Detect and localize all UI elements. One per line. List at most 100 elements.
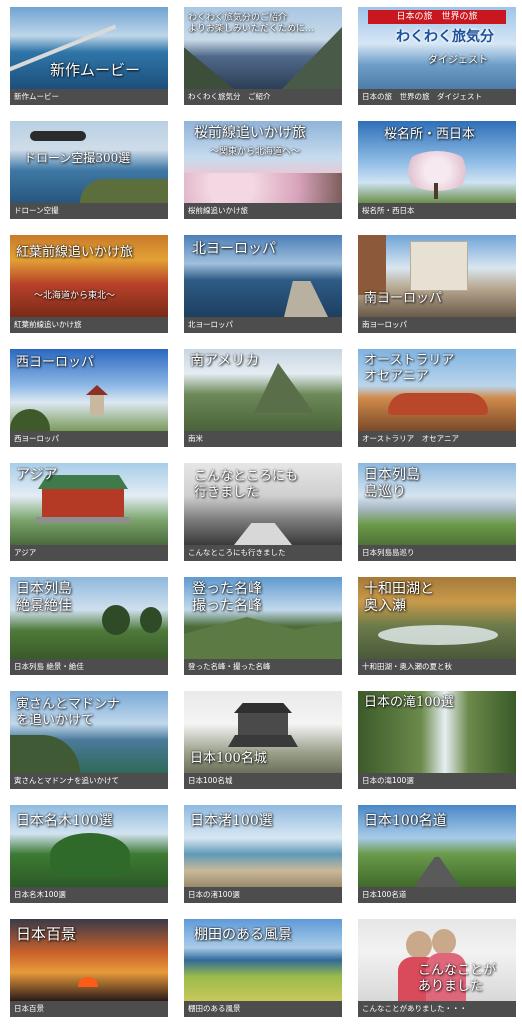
snow-shrine-thumbnail[interactable]: こんなところにも 行きました <box>184 463 342 545</box>
lake-boat-thumbnail[interactable]: 北ヨーロッパ <box>184 235 342 317</box>
tile-caption[interactable]: 日本100名道 <box>358 887 516 903</box>
category-tile[interactable]: 桜前線追いかけ旅 〜関東から北海道へ〜 桜前線追いかけ旅 <box>184 121 342 219</box>
category-tile[interactable]: 北ヨーロッパ 北ヨーロッパ <box>184 235 342 333</box>
uluru-thumbnail[interactable]: オーストラリア オセアニア <box>358 349 516 431</box>
tile-caption[interactable]: 日本百景 <box>10 1001 168 1017</box>
thumbnail-shape <box>254 363 314 413</box>
tile-caption[interactable]: わくわく旅気分 ご紹介 <box>184 89 342 105</box>
tile-caption[interactable]: 日本の滝100選 <box>358 773 516 789</box>
tile-caption[interactable]: 日本の旅 世界の旅 ダイジェスト <box>358 89 516 105</box>
category-tile[interactable]: 日本の旅 世界の旅 わくわく旅気分 ダイジェスト 日本の旅 世界の旅 ダイジェスト <box>358 7 516 105</box>
tile-caption[interactable]: 紅葉前線追いかけ旅 <box>10 317 168 333</box>
tile-caption[interactable]: 西ヨーロッパ <box>10 431 168 447</box>
sunset-thumbnail[interactable]: 日本百景 <box>10 919 168 1001</box>
tile-caption[interactable]: 日本列島島巡り <box>358 545 516 561</box>
rice-terrace-thumbnail[interactable]: 棚田のある風景 <box>184 919 342 1001</box>
thumbnail-shape <box>358 235 386 295</box>
beach-thumbnail[interactable]: 日本渚100選 <box>184 805 342 887</box>
category-tile[interactable]: こんなところにも 行きました こんなところにも行きました <box>184 463 342 561</box>
category-tile[interactable]: 日本名木100選 日本名木100選 <box>10 805 168 903</box>
windmill-thumbnail[interactable]: 西ヨーロッパ <box>10 349 168 431</box>
thumbnail-shape <box>234 703 292 713</box>
digest-logo-thumbnail[interactable]: 日本の旅 世界の旅 わくわく旅気分 ダイジェスト <box>358 7 516 89</box>
new-movie-thumbnail[interactable]: 新作ムービー <box>10 7 168 89</box>
sakura-tree-thumbnail[interactable]: 桜名所・西日本 <box>358 121 516 203</box>
category-tile[interactable]: 日本渚100選 日本の渚100選 <box>184 805 342 903</box>
thumbnail-title: オーストラリア オセアニア <box>364 353 455 384</box>
tile-caption[interactable]: こんなことがありました・・・ <box>358 1001 516 1017</box>
island-thumbnail[interactable]: 日本列島 島巡り <box>358 463 516 545</box>
category-tile[interactable]: わくわく旅気分のご紹介 よりお楽しみいただくために… わくわく旅気分 ご紹介 <box>184 7 342 105</box>
category-tile[interactable]: こんなことが ありましたこんなことがありました・・・ <box>358 919 516 1017</box>
category-tile[interactable]: 新作ムービー 新作ムービー <box>10 7 168 105</box>
tile-caption[interactable]: オーストラリア オセアニア <box>358 431 516 447</box>
bay-thumbnail[interactable]: 寅さんとマドンナ を追いかけて <box>10 691 168 773</box>
thumbnail-title: 日本100名城 <box>190 751 267 766</box>
thumbnail-subtitle: ダイジェスト <box>428 55 488 66</box>
tile-caption[interactable]: 日本列島 絶景・絶佳 <box>10 659 168 675</box>
tile-caption[interactable]: 寅さんとマドンナを追いかけて <box>10 773 168 789</box>
couple-thumbnail[interactable]: こんなことが ありました <box>358 919 516 1001</box>
temple-thumbnail[interactable]: アジア <box>10 463 168 545</box>
tile-caption[interactable]: 棚田のある風景 <box>184 1001 342 1017</box>
thumbnail-shape <box>10 735 80 773</box>
thumbnail-shape <box>184 47 234 89</box>
fjord-thumbnail[interactable]: わくわく旅気分のご紹介 よりお楽しみいただくために… <box>184 7 342 89</box>
tile-caption[interactable]: アジア <box>10 545 168 561</box>
tile-caption[interactable]: 日本の渚100選 <box>184 887 342 903</box>
tile-caption[interactable]: 南米 <box>184 431 342 447</box>
tile-caption[interactable]: ドローン空撮 <box>10 203 168 219</box>
waterfall-thumbnail[interactable]: 日本の滝100選 <box>358 691 516 773</box>
thumbnail-title: 日本列島 島巡り <box>364 467 420 500</box>
category-tile[interactable]: 南アメリカ 南米 <box>184 349 342 447</box>
category-tile[interactable]: 十和田湖と 奥入瀬 十和田湖・奥入瀬の夏と秋 <box>358 577 516 675</box>
tile-caption[interactable]: 北ヨーロッパ <box>184 317 342 333</box>
category-tile[interactable]: 日本列島 島巡り日本列島島巡り <box>358 463 516 561</box>
thumbnail-title: 北ヨーロッパ <box>192 241 276 257</box>
category-tile[interactable]: 紅葉前線追いかけ旅 〜北海道から東北〜 紅葉前線追いかけ旅 <box>10 235 168 333</box>
castle-thumbnail[interactable]: 日本100名城 <box>184 691 342 773</box>
tile-caption[interactable]: 桜前線追いかけ旅 <box>184 203 342 219</box>
tile-caption[interactable]: 日本100名城 <box>184 773 342 789</box>
tile-caption[interactable]: こんなところにも行きました <box>184 545 342 561</box>
thumbnail-shape <box>234 523 292 545</box>
tile-caption[interactable]: 登った名峰・撮った名峰 <box>184 659 342 675</box>
tile-caption[interactable]: 桜名所・西日本 <box>358 203 516 219</box>
category-tile[interactable]: 日本百景 日本百景 <box>10 919 168 1017</box>
tile-caption[interactable]: 十和田湖・奥入瀬の夏と秋 <box>358 659 516 675</box>
category-tile[interactable]: 西ヨーロッパ 西ヨーロッパ <box>10 349 168 447</box>
thumbnail-title: 西ヨーロッパ <box>16 355 95 370</box>
category-tile[interactable]: 日本100名道 日本100名道 <box>358 805 516 903</box>
category-tile[interactable]: 日本100名城 日本100名城 <box>184 691 342 789</box>
machu-picchu-thumbnail[interactable]: 南アメリカ <box>184 349 342 431</box>
tile-caption[interactable]: 新作ムービー <box>10 89 168 105</box>
mountain-thumbnail[interactable]: 登った名峰 撮った名峰 <box>184 577 342 659</box>
tile-caption[interactable]: 南ヨーロッパ <box>358 317 516 333</box>
trees-thumbnail[interactable]: 日本列島 絶景絶佳 <box>10 577 168 659</box>
thumbnail-title: 日本の滝100選 <box>364 695 454 710</box>
road-thumbnail[interactable]: 日本100名道 <box>358 805 516 887</box>
big-tree-thumbnail[interactable]: 日本名木100選 <box>10 805 168 887</box>
category-tile[interactable]: 日本列島 絶景絶佳 日本列島 絶景・絶佳 <box>10 577 168 675</box>
thumbnail-shape <box>78 977 98 987</box>
thumbnail-title: わくわく旅気分 <box>396 29 494 45</box>
category-tile[interactable]: オーストラリア オセアニア オーストラリア オセアニア <box>358 349 516 447</box>
thumbnail-title: 棚田のある風景 <box>194 927 292 943</box>
category-tile[interactable]: ドローン空撮300選 ドローン空撮 <box>10 121 168 219</box>
category-tile[interactable]: 寅さんとマドンナ を追いかけて 寅さんとマドンナを追いかけて <box>10 691 168 789</box>
thumbnail-shape <box>228 735 298 747</box>
spanish-steps-thumbnail[interactable]: 南ヨーロッパ <box>358 235 516 317</box>
stream-thumbnail[interactable]: 十和田湖と 奥入瀬 <box>358 577 516 659</box>
autumn-leaves-thumbnail[interactable]: 紅葉前線追いかけ旅 〜北海道から東北〜 <box>10 235 168 317</box>
thumbnail-title: こんなことが ありました <box>418 963 497 994</box>
drone-thumbnail[interactable]: ドローン空撮300選 <box>10 121 168 203</box>
category-tile[interactable]: 棚田のある風景 棚田のある風景 <box>184 919 342 1017</box>
category-tile[interactable]: 日本の滝100選 日本の滝100選 <box>358 691 516 789</box>
cherry-blossom-thumbnail[interactable]: 桜前線追いかけ旅 〜関東から北海道へ〜 <box>184 121 342 203</box>
thumbnail-shape <box>30 131 86 141</box>
category-tile[interactable]: 登った名峰 撮った名峰 登った名峰・撮った名峰 <box>184 577 342 675</box>
category-tile[interactable]: アジア アジア <box>10 463 168 561</box>
category-tile[interactable]: 桜名所・西日本 桜名所・西日本 <box>358 121 516 219</box>
category-tile[interactable]: 南ヨーロッパ 南ヨーロッパ <box>358 235 516 333</box>
tile-caption[interactable]: 日本名木100選 <box>10 887 168 903</box>
